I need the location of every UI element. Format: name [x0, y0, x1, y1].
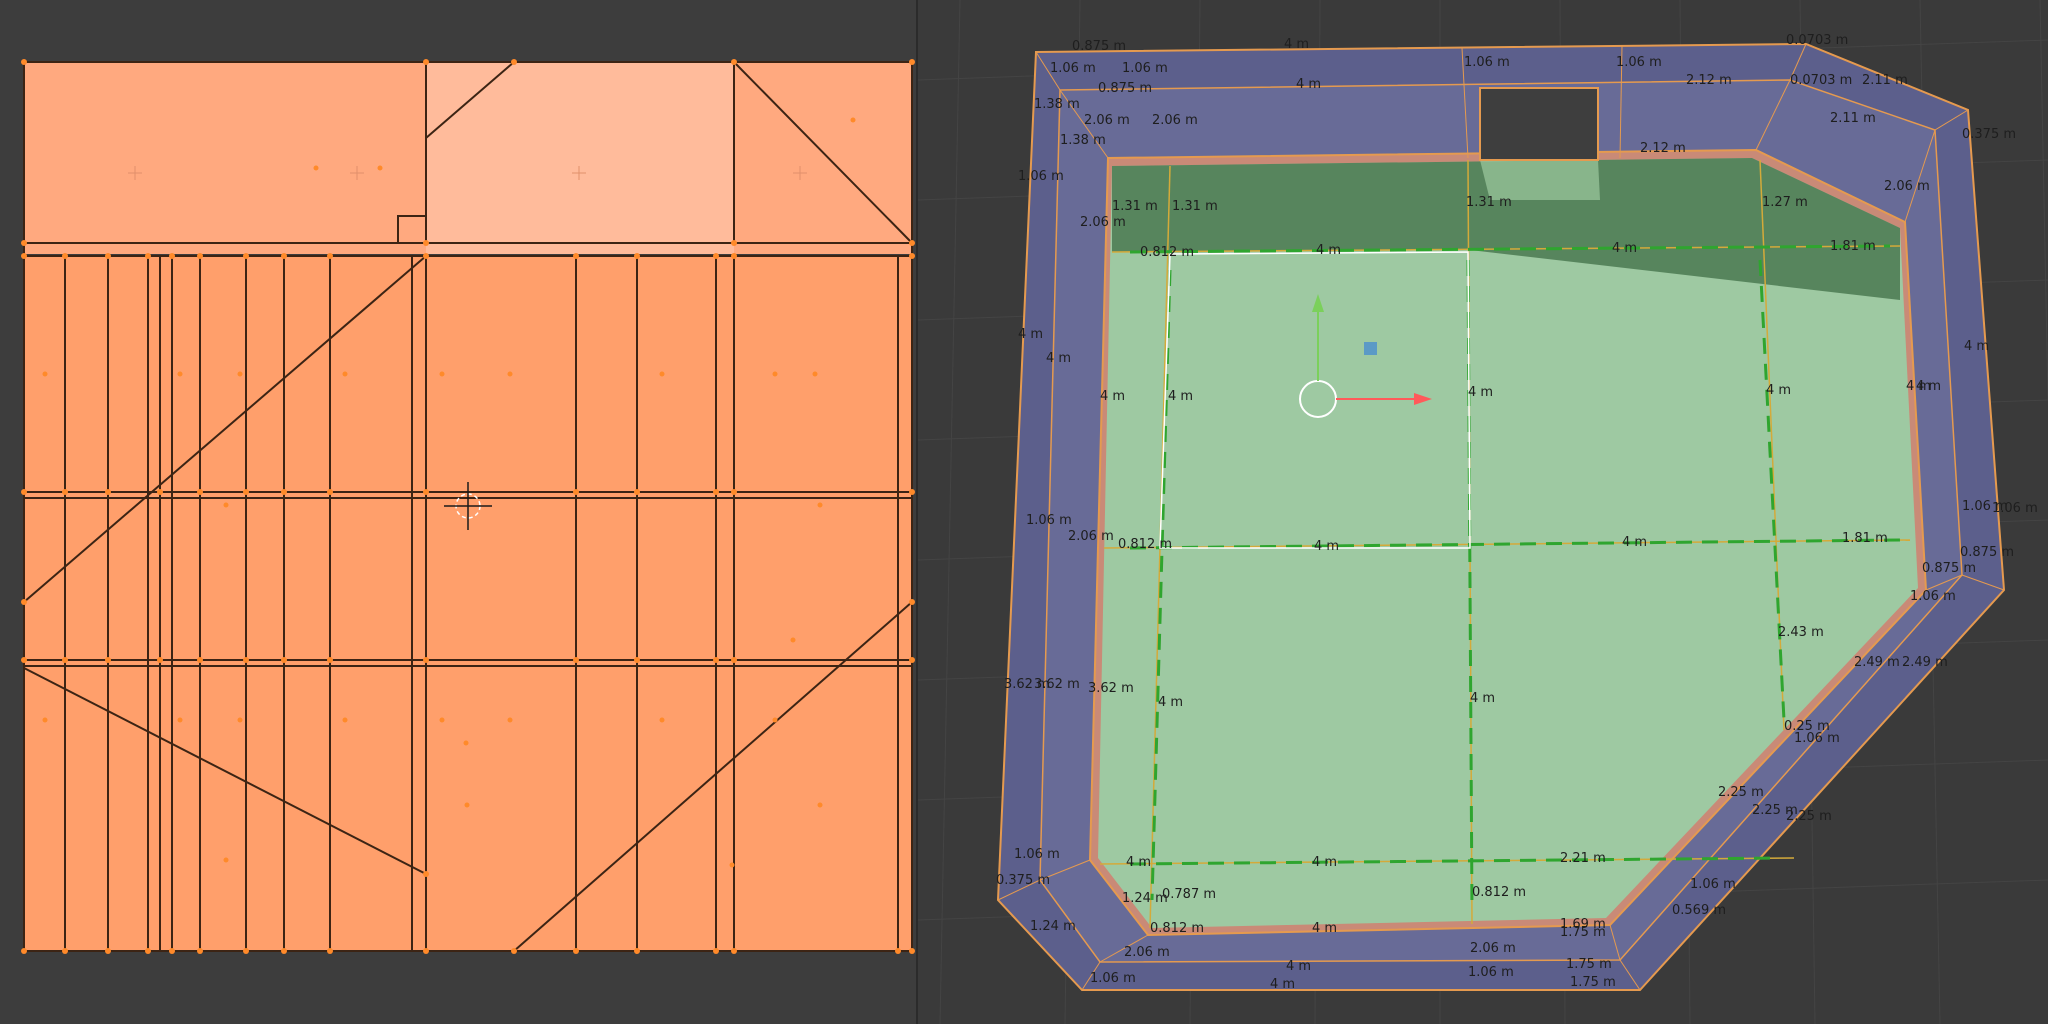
dim-label: 1.06 m: [1090, 971, 1136, 986]
dim-label: 1.06 m: [1026, 513, 1072, 528]
dim-label: 0.812 m: [1150, 921, 1204, 936]
dim-label: 3.62 m: [1034, 677, 1080, 692]
3d-viewport[interactable]: 0.875 m 1.06 m 1.06 m 0.875 m 1.38 m 2.0…: [918, 0, 2048, 1024]
dim-label: 1.81 m: [1830, 239, 1876, 254]
dim-label: 2.25 m: [1718, 785, 1764, 800]
dim-label: 0.375 m: [1962, 127, 2016, 142]
viewport-canvas[interactable]: 0.875 m 1.06 m 1.06 m 0.875 m 1.38 m 2.0…: [918, 0, 2048, 1024]
dim-label: 1.81 m: [1842, 531, 1888, 546]
uv-island-top-highlight[interactable]: [426, 62, 734, 254]
dim-label: 1.75 m: [1566, 957, 1612, 972]
dim-label: 0.875 m: [1098, 81, 1152, 96]
dim-label: 0.875 m: [1072, 39, 1126, 54]
dim-label: 4 m: [1158, 695, 1183, 710]
dim-label: 2.49 m: [1854, 655, 1900, 670]
dim-label: 4 m: [1766, 383, 1791, 398]
floor-light-patch: [1480, 160, 1600, 200]
dim-label: 4 m: [1270, 977, 1295, 992]
dim-label: 4 m: [1314, 539, 1339, 554]
dim-label: 4 m: [1964, 339, 1989, 354]
dim-label: 0.0703 m: [1790, 73, 1852, 88]
dim-label: 1.06 m: [1794, 731, 1840, 746]
dim-label: 2.21 m: [1560, 851, 1606, 866]
dim-label: 2.06 m: [1080, 215, 1126, 230]
dim-label: 1.75 m: [1570, 975, 1616, 990]
dim-label: 1.06 m: [1616, 55, 1662, 70]
dim-label: 2.06 m: [1470, 941, 1516, 956]
dim-label: 0.812 m: [1140, 245, 1194, 260]
dim-label: 1.06 m: [1464, 55, 1510, 70]
dim-label: 4 m: [1100, 389, 1125, 404]
dim-label: 1.69 m: [1560, 917, 1606, 932]
dim-label: 1.38 m: [1034, 97, 1080, 112]
dim-label: 4 m: [1316, 243, 1341, 258]
dim-label: 4 m: [1612, 241, 1637, 256]
dim-label: 2.25 m: [1786, 809, 1832, 824]
uv-canvas[interactable]: [0, 0, 918, 1024]
dim-label: 2.11 m: [1862, 73, 1908, 88]
dim-label: 1.38 m: [1060, 133, 1106, 148]
dim-label: 4 m: [1296, 77, 1321, 92]
dim-label: 4 m: [1018, 327, 1043, 342]
dim-label: 4 m: [1470, 691, 1495, 706]
dim-label: 1.06 m: [1690, 877, 1736, 892]
dim-label: 4 m: [1468, 385, 1493, 400]
dim-label: 4 m: [1312, 855, 1337, 870]
dim-label: 4 m: [1916, 379, 1941, 394]
dim-label: 4 m: [1622, 535, 1647, 550]
dim-label: 0.375 m: [996, 873, 1050, 888]
dim-label: 3.62 m: [1088, 681, 1134, 696]
dim-label: 4 m: [1286, 959, 1311, 974]
dim-label: 2.49 m: [1902, 655, 1948, 670]
dim-label: 1.24 m: [1030, 919, 1076, 934]
dim-label: 0.787 m: [1162, 887, 1216, 902]
dim-label: 2.11 m: [1830, 111, 1876, 126]
dim-label: 1.31 m: [1466, 195, 1512, 210]
dim-label: 2.43 m: [1778, 625, 1824, 640]
dim-label: 2.12 m: [1640, 141, 1686, 156]
dim-label: 1.06 m: [1468, 965, 1514, 980]
dim-label: 0.569 m: [1672, 903, 1726, 918]
dim-label: 0.0703 m: [1786, 33, 1848, 48]
dim-label: 4 m: [1046, 351, 1071, 366]
dim-label: 4 m: [1126, 855, 1151, 870]
dim-label: 1.31 m: [1112, 199, 1158, 214]
uv-island-main[interactable]: [24, 255, 912, 951]
dim-label: 0.875 m: [1960, 545, 2014, 560]
dim-label: 2.06 m: [1068, 529, 1114, 544]
dim-label: 1.06 m: [1018, 169, 1064, 184]
dim-label: 4 m: [1312, 921, 1337, 936]
dim-label: 1.06 m: [1992, 501, 2038, 516]
dim-label: 1.31 m: [1172, 199, 1218, 214]
dim-label: 2.12 m: [1686, 73, 1732, 88]
dim-label: 2.06 m: [1124, 945, 1170, 960]
window-opening[interactable]: [1479, 87, 1599, 161]
dim-label: 2.06 m: [1084, 113, 1130, 128]
dim-label: 1.27 m: [1762, 195, 1808, 210]
dim-label: 1.24 m: [1122, 891, 1168, 906]
dim-label: 1.06 m: [1910, 589, 1956, 604]
dim-label: 4 m: [1284, 37, 1309, 52]
dim-label: 2.06 m: [1884, 179, 1930, 194]
gizmo-plane-icon[interactable]: [1364, 342, 1377, 355]
dim-label: 0.875 m: [1922, 561, 1976, 576]
dim-label: 1.06 m: [1050, 61, 1096, 76]
dim-label: 1.06 m: [1122, 61, 1168, 76]
dim-label: 2.06 m: [1152, 113, 1198, 128]
dim-label: 0.812 m: [1118, 537, 1172, 552]
dim-label: 1.06 m: [1014, 847, 1060, 862]
uv-editor[interactable]: [0, 0, 918, 1024]
dim-label: 0.812 m: [1472, 885, 1526, 900]
dim-label: 4 m: [1168, 389, 1193, 404]
